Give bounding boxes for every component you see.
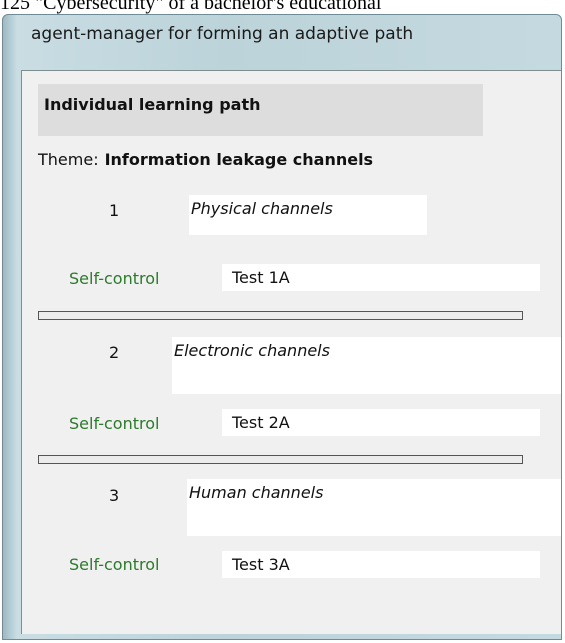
self-control-label-3: Self-control [69,555,160,574]
test-field-2[interactable]: Test 2A [222,409,540,436]
topic-field-2[interactable]: Electronic channels [172,337,561,394]
app-window: agent-manager for forming an adaptive pa… [2,14,562,640]
test-text-2: Test 2A [232,413,290,432]
title-bar[interactable]: agent-manager for forming an adaptive pa… [3,15,561,55]
step-number-2: 2 [109,343,120,362]
test-text-1: Test 1A [232,268,290,287]
topic-text-2: Electronic channels [174,341,330,360]
path-header: Individual learning path [38,84,483,136]
topic-field-1[interactable]: Physical channels [189,195,427,235]
page-caption: 125 "Cybersecurity" of a bachelor's educ… [0,0,382,14]
path-heading: Individual learning path [44,95,261,114]
test-field-3[interactable]: Test 3A [222,551,540,578]
step-number-3: 3 [109,486,120,505]
theme-value: Information leakage channels [104,150,374,169]
test-text-3: Test 3A [232,555,290,574]
topic-text-1: Physical channels [191,199,333,218]
learning-path-panel: Individual learning path Theme: Informati… [21,70,561,634]
progress-bar-1 [38,311,523,320]
topic-text-3: Human channels [189,483,324,502]
self-control-label-1: Self-control [69,269,160,288]
theme-label: Theme: [38,150,99,169]
test-field-1[interactable]: Test 1A [222,264,540,291]
topic-field-3[interactable]: Human channels [187,479,561,536]
self-control-label-2: Self-control [69,414,160,433]
step-number-1: 1 [109,201,120,220]
window-title: agent-manager for forming an adaptive pa… [31,24,414,44]
theme-row: Theme: Information leakage channels [38,150,373,169]
progress-bar-2 [38,455,523,464]
